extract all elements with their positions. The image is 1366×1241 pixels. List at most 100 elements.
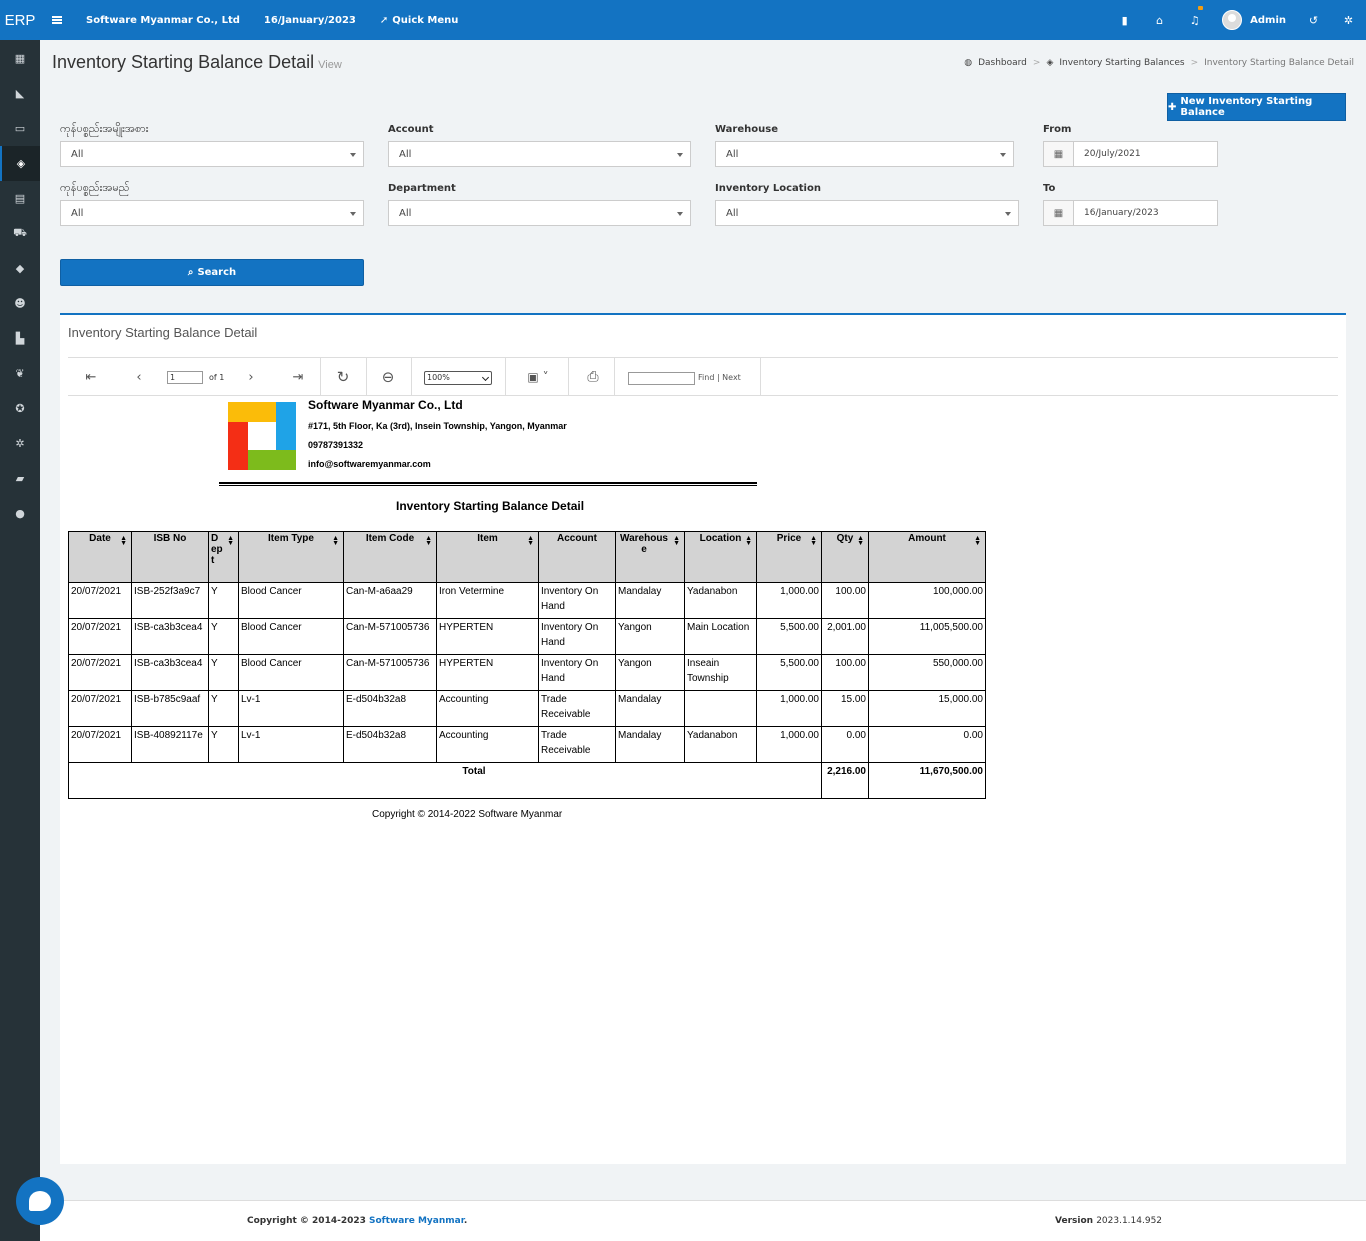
calendar-icon[interactable]: ▦ bbox=[1044, 201, 1074, 225]
diamond-icon: ◆ bbox=[15, 262, 25, 275]
sidebar-item-inventory[interactable]: ◈ bbox=[0, 146, 40, 181]
sidebar-item-diamond[interactable]: ◆ bbox=[0, 251, 40, 286]
comment-icon: ● bbox=[15, 507, 25, 520]
zoom-select[interactable]: 100% bbox=[424, 371, 492, 385]
sidebar-item-leaf[interactable]: ❦ bbox=[0, 356, 40, 391]
next-page-icon[interactable]: › bbox=[238, 358, 264, 396]
column-header-isb-no[interactable]: ISB No bbox=[131, 531, 209, 583]
account-select[interactable]: All bbox=[388, 141, 691, 167]
chevron-down-icon bbox=[350, 212, 356, 216]
brand-logo[interactable]: ERP bbox=[0, 0, 40, 40]
sidebar: ▦ ◣ ▭ ◈ ▤ ⛟ ◆ ☻ ▙ ❦ ✪ ✲ ▰ ● bbox=[0, 40, 40, 1241]
top-navbar: ERP Software Myanmar Co., Ltd 16/January… bbox=[0, 0, 1366, 40]
sort-icon: ▲ ▼ bbox=[120, 535, 127, 547]
column-header-warehouse[interactable]: Warehous e ▲ ▼ bbox=[615, 531, 685, 583]
toolbar-divider bbox=[505, 358, 506, 396]
cell-account: Trade Receivable bbox=[538, 726, 616, 763]
calendar-icon[interactable]: ▦ bbox=[1044, 142, 1074, 166]
chat-widget-button[interactable] bbox=[16, 1177, 64, 1225]
warehouse-label: Warehouse bbox=[715, 124, 778, 135]
print-icon[interactable]: ⎙ bbox=[580, 358, 606, 396]
dashboard-icon: ◍ bbox=[964, 58, 973, 68]
history-icon[interactable]: ↺ bbox=[1296, 0, 1331, 40]
column-header-account[interactable]: Account bbox=[538, 531, 616, 583]
sidebar-item-clipboard[interactable]: ▤ bbox=[0, 181, 40, 216]
column-header-item-type[interactable]: Item Type ▲ ▼ bbox=[238, 531, 344, 583]
breadcrumb-separator: > bbox=[1190, 58, 1199, 68]
breadcrumb-balances[interactable]: Inventory Starting Balances bbox=[1059, 58, 1184, 68]
cell-qty: 0.00 bbox=[821, 726, 869, 763]
back-icon[interactable]: ⊖ bbox=[375, 358, 401, 396]
cube-icon: ◈ bbox=[16, 157, 26, 170]
warehouse-select[interactable]: All bbox=[715, 141, 1014, 167]
calculator-icon: ▦ bbox=[14, 52, 26, 65]
column-header-location[interactable]: Location ▲ ▼ bbox=[684, 531, 757, 583]
chevron-down-icon bbox=[350, 153, 356, 157]
cell-qty: 2,001.00 bbox=[821, 618, 869, 655]
quick-menu-label: Quick Menu bbox=[392, 14, 459, 26]
first-page-icon[interactable]: ⇤ bbox=[78, 358, 104, 396]
sidebar-item-reports[interactable]: ▙ bbox=[0, 321, 40, 356]
column-header-qty[interactable]: Qty ▲ ▼ bbox=[821, 531, 869, 583]
sidebar-item-users[interactable]: ☻ bbox=[0, 286, 40, 321]
cell-dept: Y bbox=[208, 618, 239, 655]
page-number-input[interactable]: 1 bbox=[167, 371, 203, 384]
bell-icon[interactable]: ♫ bbox=[1177, 0, 1212, 40]
company-name[interactable]: Software Myanmar Co., Ltd bbox=[86, 15, 240, 26]
cell-account: Inventory On Hand bbox=[538, 654, 616, 691]
search-button[interactable]: ⌕ Search bbox=[60, 259, 364, 286]
cell-location: Yadanabon bbox=[684, 582, 757, 619]
breadcrumb-dashboard[interactable]: Dashboard bbox=[978, 58, 1027, 68]
export-save-icon[interactable]: ▣ ˅ bbox=[518, 358, 558, 396]
sidebar-item-cart[interactable]: ⛟ bbox=[0, 216, 40, 251]
to-label: To bbox=[1043, 183, 1056, 194]
home-icon[interactable]: ⌂ bbox=[1142, 0, 1177, 40]
column-header-amount[interactable]: Amount ▲ ▼ bbox=[868, 531, 986, 583]
report-panel: Inventory Starting Balance Detail ⇤ ‹ 1 … bbox=[60, 313, 1346, 1164]
find-next-link[interactable]: | Next bbox=[717, 373, 741, 382]
refresh-icon[interactable]: ↻ bbox=[330, 358, 356, 396]
cell-dept: Y bbox=[208, 582, 239, 619]
department-select[interactable]: All bbox=[388, 200, 691, 226]
user-menu[interactable]: Admin bbox=[1212, 10, 1296, 30]
item-type-select[interactable]: All bbox=[60, 141, 364, 167]
sidebar-item-book[interactable]: ▰ bbox=[0, 461, 40, 496]
find-link[interactable]: Find bbox=[698, 373, 714, 382]
column-header-dept[interactable]: D ep t ▲ ▼ bbox=[208, 531, 239, 583]
credit-card-icon: ▭ bbox=[14, 122, 26, 135]
footer-company-link[interactable]: Software Myanmar bbox=[369, 1216, 464, 1226]
find-input[interactable] bbox=[628, 372, 695, 385]
sidebar-item-calculator[interactable]: ▦ bbox=[0, 41, 40, 76]
last-page-icon[interactable]: ⇥ bbox=[285, 358, 311, 396]
column-header-item-code[interactable]: Item Code ▲ ▼ bbox=[343, 531, 437, 583]
menu-toggle-icon[interactable] bbox=[52, 16, 62, 24]
table-header-row: Date ▲ ▼ ISB No D ep t ▲ ▼ Item Type ▲ ▼ Item … bbox=[68, 531, 986, 583]
previous-page-icon[interactable]: ‹ bbox=[126, 358, 152, 396]
users-icon: ☻ bbox=[14, 297, 26, 310]
new-inventory-balance-button[interactable]: ✚ New Inventory Starting Balance bbox=[1167, 93, 1346, 121]
location-select[interactable]: All bbox=[715, 200, 1019, 226]
cell-location: Inseain Township bbox=[684, 654, 757, 691]
sidebar-item-card[interactable]: ▭ bbox=[0, 111, 40, 146]
cell-isb-no: ISB-40892117e bbox=[131, 726, 209, 763]
item-select[interactable]: All bbox=[60, 200, 364, 226]
column-header-item[interactable]: Item ▲ ▼ bbox=[436, 531, 539, 583]
item-type-label: ကုန်ပစ္စည်းအမျိုးအစား bbox=[60, 122, 149, 135]
settings-icon[interactable]: ✲ bbox=[1331, 0, 1366, 40]
account-value: All bbox=[399, 148, 412, 160]
column-header-date[interactable]: Date ▲ ▼ bbox=[68, 531, 132, 583]
column-header-price[interactable]: Price ▲ ▼ bbox=[756, 531, 822, 583]
toolbar-divider bbox=[760, 358, 761, 396]
cell-isb-no: ISB-ca3b3cea4 bbox=[131, 654, 209, 691]
bar-chart-icon: ▙ bbox=[15, 332, 25, 345]
sidebar-item-comment[interactable]: ● bbox=[0, 496, 40, 531]
sidebar-item-soccer[interactable]: ✪ bbox=[0, 391, 40, 426]
sidebar-item-settings[interactable]: ✲ bbox=[0, 426, 40, 461]
to-date-field[interactable]: ▦ 16/January/2023 bbox=[1043, 200, 1218, 226]
document-icon[interactable]: ▮ bbox=[1107, 0, 1142, 40]
from-date-field[interactable]: ▦ 20/July/2021 bbox=[1043, 141, 1218, 167]
cell-item: HYPERTEN bbox=[436, 618, 539, 655]
quick-menu-button[interactable]: ➚ Quick Menu bbox=[380, 15, 458, 26]
department-value: All bbox=[399, 207, 412, 219]
sidebar-item-chart[interactable]: ◣ bbox=[0, 76, 40, 111]
